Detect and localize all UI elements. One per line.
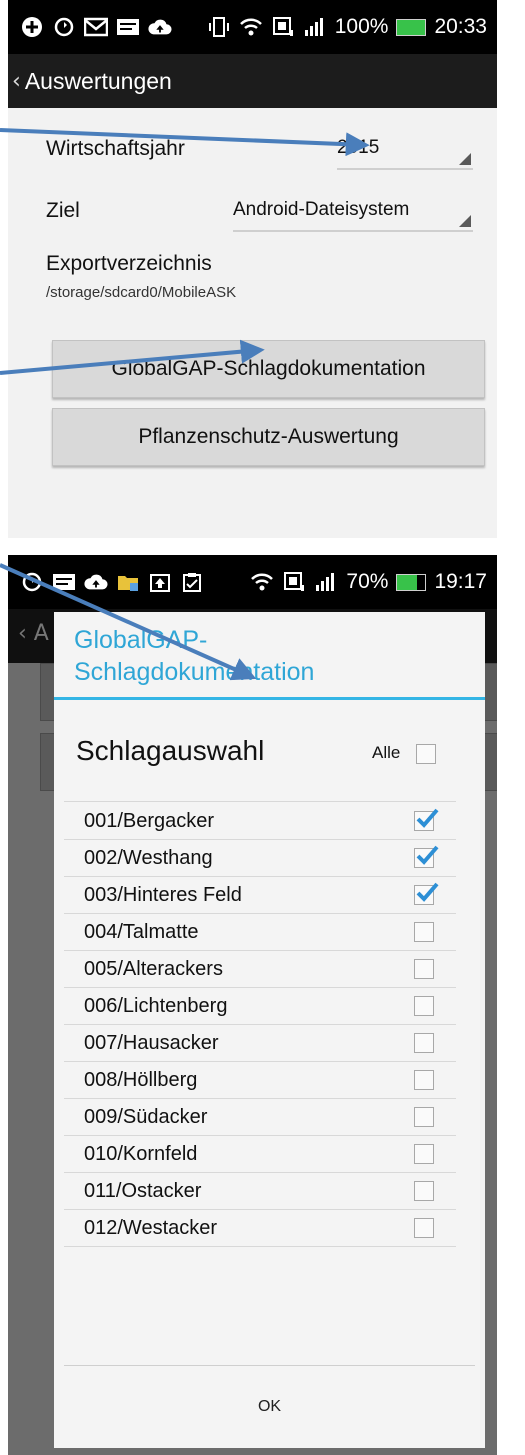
wirtschaftsjahr-label: Wirtschaftsjahr	[46, 137, 185, 160]
action-bar[interactable]: ‹ Auswertungen	[8, 54, 497, 108]
dialog-title-divider	[54, 697, 485, 700]
checkmark-icon	[416, 845, 439, 865]
field-name: 011/Ostacker	[84, 1180, 202, 1202]
field-list-item[interactable]: 003/Hinteres Feld	[64, 876, 456, 914]
ziel-row: Ziel Android-Dateisystem	[46, 190, 473, 232]
field-list-item[interactable]: 006/Lichtenberg	[64, 987, 456, 1025]
field-checkbox[interactable]	[414, 1107, 434, 1127]
spinner-triangle-icon	[459, 215, 471, 227]
field-list-item[interactable]: 010/Kornfeld	[64, 1135, 456, 1173]
exportverzeichnis-label: Exportverzeichnis	[46, 252, 212, 275]
dialog-title-line2: Schlagdokumentation	[74, 658, 315, 686]
spinner-triangle-icon	[459, 153, 471, 165]
status-time: 20:33	[434, 15, 487, 38]
wifi-icon	[250, 571, 274, 593]
wirtschaftsjahr-spinner[interactable]: 2015	[337, 128, 473, 170]
field-list-item[interactable]: 011/Ostacker	[64, 1172, 456, 1210]
field-checkbox[interactable]	[414, 845, 439, 868]
ok-button[interactable]: OK	[64, 1366, 475, 1448]
field-name: 004/Talmatte	[84, 921, 199, 943]
battery-icon	[396, 573, 427, 591]
field-list-item[interactable]: 008/Höllberg	[64, 1061, 456, 1099]
section-title: Schlagauswahl	[76, 735, 265, 766]
field-list-item[interactable]: 004/Talmatte	[64, 913, 456, 951]
dialog-title: GlobalGAP- Schlagdokumentation	[74, 624, 469, 688]
message-icon	[116, 16, 140, 38]
ziel-spinner[interactable]: Android-Dateisystem	[233, 190, 473, 232]
wifi-icon	[239, 16, 263, 38]
wirtschaftsjahr-value: 2015	[337, 137, 380, 158]
field-list-item[interactable]: 007/Hausacker	[64, 1024, 456, 1062]
cloud-icon	[84, 571, 108, 593]
field-name: 012/Westacker	[84, 1217, 218, 1239]
field-checkbox[interactable]	[414, 959, 434, 979]
field-list-item[interactable]: 012/Westacker	[64, 1209, 456, 1247]
field-name: 006/Lichtenberg	[84, 995, 228, 1017]
field-list-item[interactable]: 001/Bergacker	[64, 802, 456, 840]
status-time: 19:17	[434, 570, 487, 593]
field-name: 001/Bergacker	[84, 810, 215, 832]
pflanzenschutz-button[interactable]: Pflanzenschutz-Auswertung	[52, 408, 485, 466]
exportverzeichnis-path: /storage/sdcard0/MobileASK	[46, 284, 237, 301]
field-checkbox[interactable]	[414, 882, 439, 905]
wirtschaftsjahr-row: Wirtschaftsjahr 2015	[46, 128, 473, 170]
field-list-item[interactable]: 009/Südacker	[64, 1098, 456, 1136]
field-checkbox[interactable]	[414, 808, 439, 831]
field-name: 002/Westhang	[84, 847, 213, 869]
schlagauswahl-dialog: GlobalGAP- Schlagdokumentation Schlagaus…	[54, 612, 485, 1448]
cloud-icon	[148, 16, 172, 38]
sync-icon	[52, 16, 76, 38]
mail-icon	[84, 16, 108, 38]
dialog-title-line1: GlobalGAP-	[74, 626, 208, 654]
dimmed-title-fragment: ‹ A	[18, 621, 49, 646]
battery-percent: 100%	[334, 15, 389, 38]
field-name: 010/Kornfeld	[84, 1143, 198, 1165]
page-title: Auswertungen	[24, 67, 172, 94]
status-left-icons	[20, 0, 172, 54]
message-icon	[52, 571, 76, 593]
field-checkbox[interactable]	[414, 996, 434, 1016]
field-checkbox[interactable]	[414, 1033, 434, 1053]
field-checkbox[interactable]	[414, 922, 434, 942]
field-checkbox[interactable]	[414, 1218, 434, 1238]
field-checkbox[interactable]	[414, 1144, 434, 1164]
folder-icon	[116, 571, 140, 593]
screenshot-schlagauswahl-dialog: 70% 19:17 ‹ A GlobalGAP- Schlagdokumenta…	[8, 555, 497, 1455]
globalgap-button[interactable]: GlobalGAP-Schlagdokumentation	[52, 340, 485, 398]
battery-percent: 70%	[346, 570, 389, 593]
sync-icon	[20, 571, 44, 593]
battery-icon	[396, 18, 427, 36]
select-all-label: Alle	[372, 743, 401, 762]
field-name: 005/Alterackers	[84, 958, 223, 980]
field-name: 003/Hinteres Feld	[84, 884, 242, 906]
status-right-icons: 100% 20:33	[207, 0, 487, 54]
field-name: 009/Südacker	[84, 1106, 208, 1128]
field-name: 008/Höllberg	[84, 1069, 198, 1091]
nfc-icon	[271, 16, 295, 38]
field-checkbox[interactable]	[414, 1070, 434, 1090]
select-all-checkbox[interactable]	[416, 744, 436, 764]
vibrate-icon	[207, 16, 231, 38]
field-list-item[interactable]: 002/Westhang	[64, 839, 456, 877]
checkmark-icon	[416, 882, 439, 902]
status-bar: 70% 19:17	[8, 555, 497, 609]
field-list-item[interactable]: 005/Alterackers	[64, 950, 456, 988]
field-checkbox[interactable]	[414, 1181, 434, 1201]
checkmark-icon	[416, 808, 439, 828]
screenshot-auswertungen: 100% 20:33 ‹ Auswertungen Wirtschaftsjah…	[8, 0, 497, 538]
signal-icon	[303, 16, 327, 38]
ziel-value: Android-Dateisystem	[233, 199, 410, 220]
clipboard-icon	[180, 571, 204, 593]
status-left-icons	[20, 555, 204, 609]
ziel-label: Ziel	[46, 199, 80, 222]
status-bar: 100% 20:33	[8, 0, 497, 54]
nfc-icon	[282, 571, 306, 593]
upload-icon	[148, 571, 172, 593]
plus-icon	[20, 16, 44, 38]
field-name: 007/Hausacker	[84, 1032, 219, 1054]
back-chevron-icon[interactable]: ‹	[12, 69, 21, 94]
signal-icon	[314, 571, 338, 593]
status-right-icons: 70% 19:17	[250, 555, 487, 609]
